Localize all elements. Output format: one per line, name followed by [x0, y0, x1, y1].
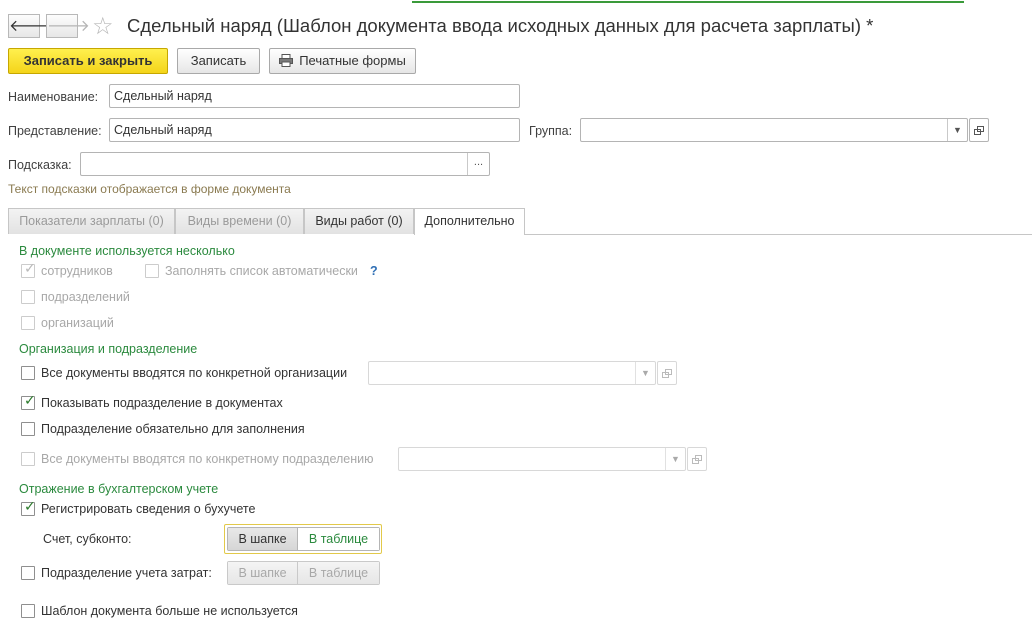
hint-choice-button[interactable]: ... [467, 153, 489, 175]
show-dept-label: Показывать подразделение в документах [41, 396, 283, 410]
cost-dept-switch[interactable]: В шапке В таблице [227, 561, 380, 585]
cost-dept-checkbox[interactable] [21, 566, 35, 580]
in-header-option-2[interactable]: В шапке [228, 562, 298, 584]
hint-input[interactable]: ... [80, 152, 490, 176]
register-accounting-label: Регистрировать сведения о бухучете [41, 502, 256, 516]
organizations-checkbox[interactable] [21, 316, 35, 330]
checkmark-icon: ✓ [24, 261, 36, 277]
checkmark-icon: ✓ [24, 499, 36, 515]
arrow-right-icon: 🡒 [47, 16, 90, 35]
printer-icon [279, 54, 294, 67]
fill-auto-label: Заполнять список автоматически [165, 264, 358, 278]
hint-description: Текст подсказки отображается в форме док… [8, 182, 291, 196]
register-accounting-checkbox[interactable]: ✓ [21, 499, 36, 516]
fill-auto-checkbox[interactable] [145, 264, 159, 278]
tab-work-types[interactable]: Виды работ (0) [304, 208, 414, 234]
open-window-icon [662, 368, 672, 378]
in-header-option[interactable]: В шапке [228, 528, 298, 550]
dept-required-checkbox[interactable] [21, 422, 35, 436]
star-icon[interactable]: ☆ [92, 12, 114, 40]
print-forms-button[interactable]: Печатные формы [269, 48, 416, 74]
group-open-button[interactable] [969, 118, 989, 142]
tab-salary-indicators[interactable]: Показатели зарплаты (0) [8, 208, 175, 234]
departments-checkbox[interactable] [21, 290, 35, 304]
show-dept-checkbox[interactable]: ✓ [21, 393, 36, 410]
section-title-multiple: В документе используется несколько [19, 244, 235, 258]
organization-select[interactable]: ▼ [368, 361, 656, 385]
cost-dept-label: Подразделение учета затрат: [41, 566, 212, 580]
tab-time-types[interactable]: Виды времени (0) [175, 208, 304, 234]
account-subconto-label: Счет, субконто: [43, 532, 132, 546]
tab-additional[interactable]: Дополнительно [414, 208, 525, 235]
chevron-down-icon[interactable]: ▼ [947, 119, 967, 141]
help-icon[interactable]: ? [370, 264, 378, 278]
presentation-label: Представление: [8, 124, 102, 138]
open-window-icon [692, 454, 702, 464]
hint-label: Подсказка: [8, 158, 72, 172]
specific-dept-label: Все документы вводятся по конкретному по… [41, 452, 374, 466]
specific-dept-checkbox[interactable] [21, 452, 35, 466]
group-label: Группа: [529, 124, 573, 138]
print-forms-label: Печатные формы [299, 53, 406, 68]
in-table-option-2[interactable]: В таблице [298, 562, 379, 584]
template-unused-checkbox[interactable] [21, 604, 35, 618]
loading-indicator-line [412, 0, 964, 3]
save-button[interactable]: Записать [177, 48, 260, 74]
save-and-close-button[interactable]: Записать и закрыть [8, 48, 168, 74]
in-table-option[interactable]: В таблице [298, 528, 379, 550]
chevron-down-icon[interactable]: ▼ [635, 362, 655, 384]
section-title-accounting: Отражение в бухгалтерском учете [19, 482, 219, 496]
tabs-divider [525, 234, 1032, 235]
name-input[interactable]: Сдельный наряд [109, 84, 520, 108]
specific-org-checkbox[interactable] [21, 366, 35, 380]
name-label: Наименование: [8, 90, 99, 104]
account-subconto-switch[interactable]: В шапке В таблице [227, 527, 380, 551]
department-open-button[interactable] [687, 447, 707, 471]
organizations-label: организаций [41, 316, 114, 330]
back-button[interactable]: 🡐 [8, 14, 52, 38]
checkmark-icon: ✓ [24, 393, 36, 409]
template-unused-label: Шаблон документа больше не используется [41, 604, 298, 618]
section-title-org: Организация и подразделение [19, 342, 198, 356]
group-select[interactable]: ▼ [580, 118, 968, 142]
presentation-input[interactable]: Сдельный наряд [109, 118, 520, 142]
open-window-icon [974, 125, 984, 135]
organization-open-button[interactable] [657, 361, 677, 385]
employees-label: сотрудников [41, 264, 113, 278]
department-select[interactable]: ▼ [398, 447, 686, 471]
employees-checkbox[interactable]: ✓ [21, 261, 36, 278]
specific-org-label: Все документы вводятся по конкретной орг… [41, 366, 348, 380]
forward-button[interactable]: 🡒 [46, 14, 90, 38]
page-title: Сдельный наряд (Шаблон документа ввода и… [127, 15, 874, 36]
departments-label: подразделений [41, 290, 130, 304]
dept-required-label: Подразделение обязательно для заполнения [41, 422, 305, 436]
chevron-down-icon[interactable]: ▼ [665, 448, 685, 470]
